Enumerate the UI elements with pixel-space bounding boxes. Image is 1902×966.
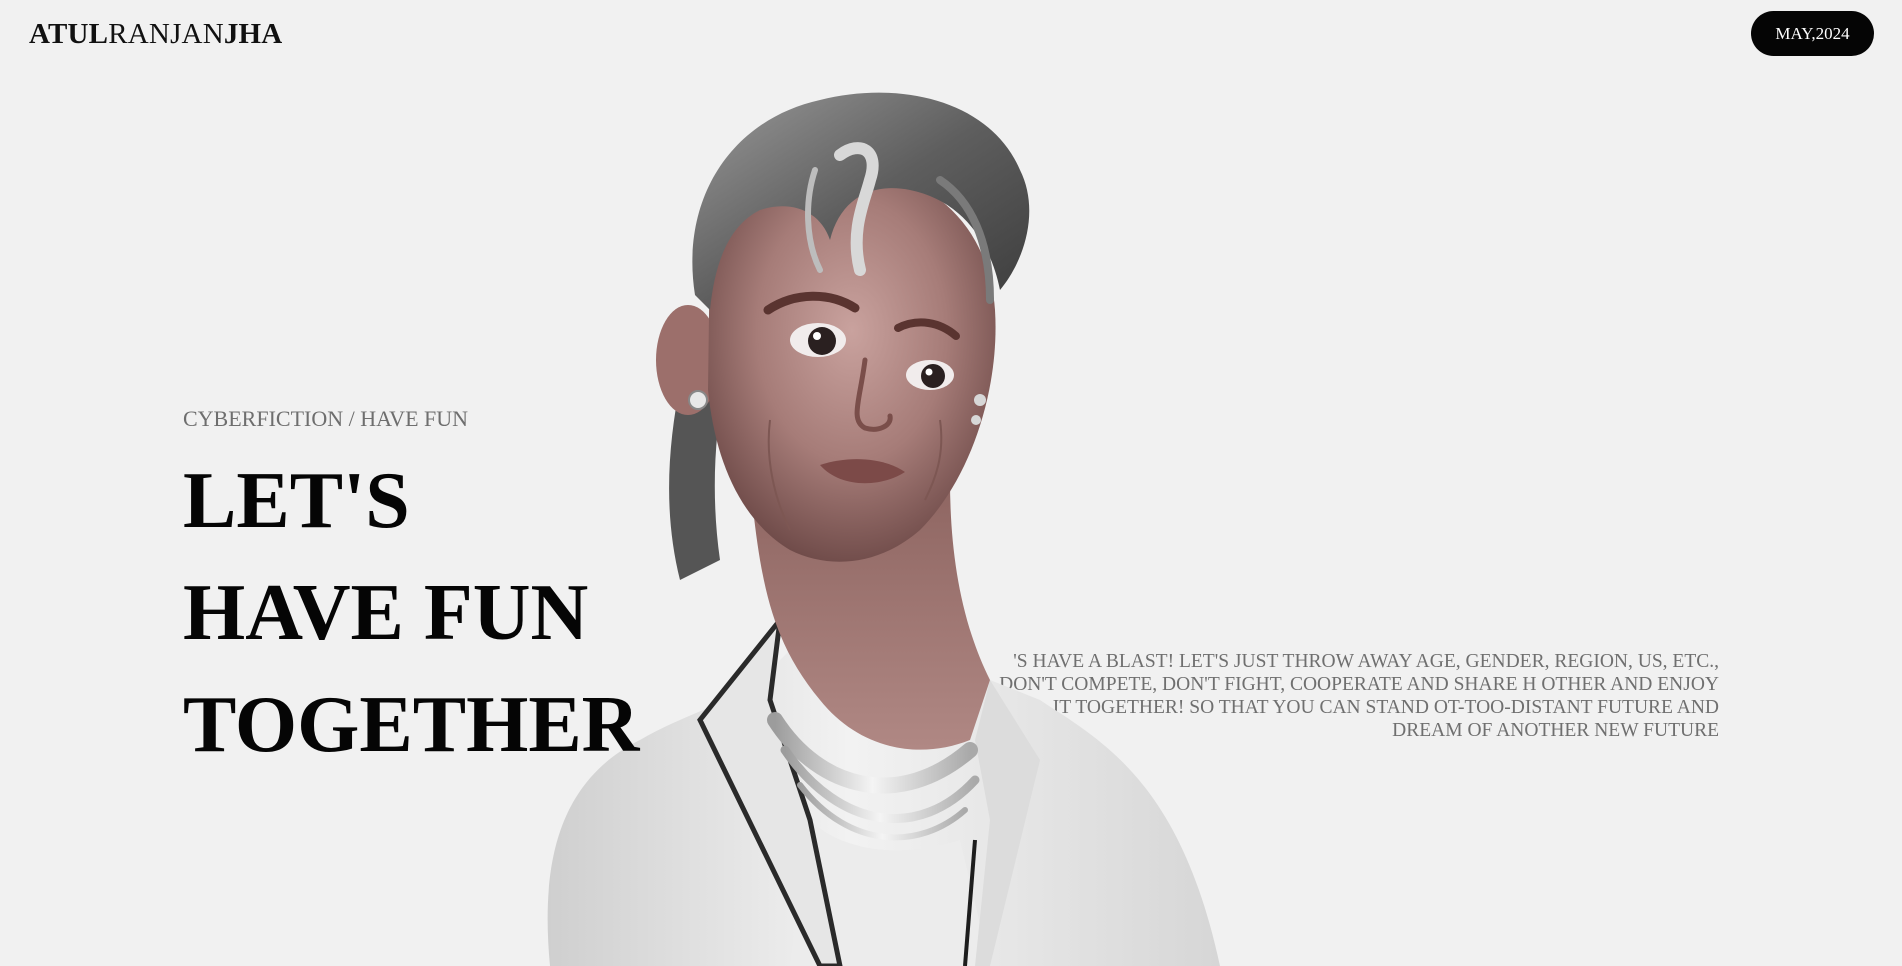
headline-line-1: LET'S [183,457,410,545]
headline-line-3: TOGETHER [183,681,640,769]
3d-character-portrait-icon [547,92,1220,966]
hero-headline: LET'S HAVE FUN TOGETHER [183,445,639,781]
date-button[interactable]: MAY,2024 [1751,11,1874,56]
brand-first-name: ATUL [29,18,109,50]
brand-logo[interactable]: ATULRANJANJHA [29,18,282,51]
page: ATULRANJANJHA MAY,2024 CYBERFICTION / HA… [0,0,1902,966]
hero-kicker: CYBERFICTION / HAVE FUN [183,406,469,431]
brand-middle-name: RANJAN [108,18,224,50]
brand-last-name: JHA [223,18,283,50]
headline-line-2: HAVE FUN [183,569,589,657]
